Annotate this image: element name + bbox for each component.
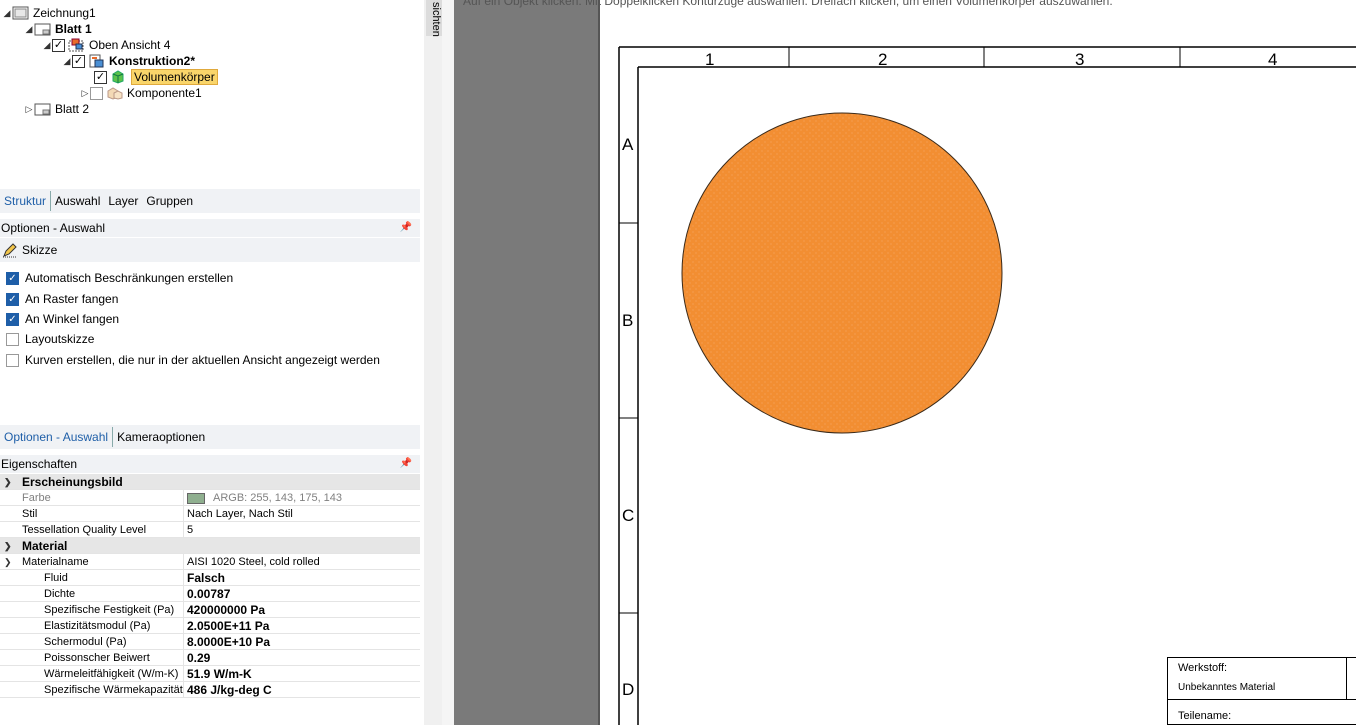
zone-number: 4 [1268, 50, 1278, 69]
zone-number: 2 [878, 50, 888, 69]
zone-number: 1 [705, 50, 715, 69]
title-block: Werkstoff: Unbekanntes Material Teilenam… [1167, 657, 1356, 725]
zone-letter: D [622, 680, 635, 699]
material-value: Unbekanntes Material [1178, 682, 1276, 693]
solid-body-circle[interactable] [680, 111, 1004, 435]
zone-letter: B [622, 311, 634, 330]
material-label: Werkstoff: [1178, 662, 1228, 674]
drawing-frame [618, 46, 1356, 725]
zone-letter: C [622, 506, 635, 525]
app-window: ◢ Zeichnung1 ◢ Blatt 1 ◢ ✓ Oben Ansicht … [0, 0, 1356, 725]
zone-letter: A [622, 135, 634, 154]
part-name-label: Teilename: [1178, 710, 1232, 722]
zone-number: 3 [1075, 50, 1085, 69]
